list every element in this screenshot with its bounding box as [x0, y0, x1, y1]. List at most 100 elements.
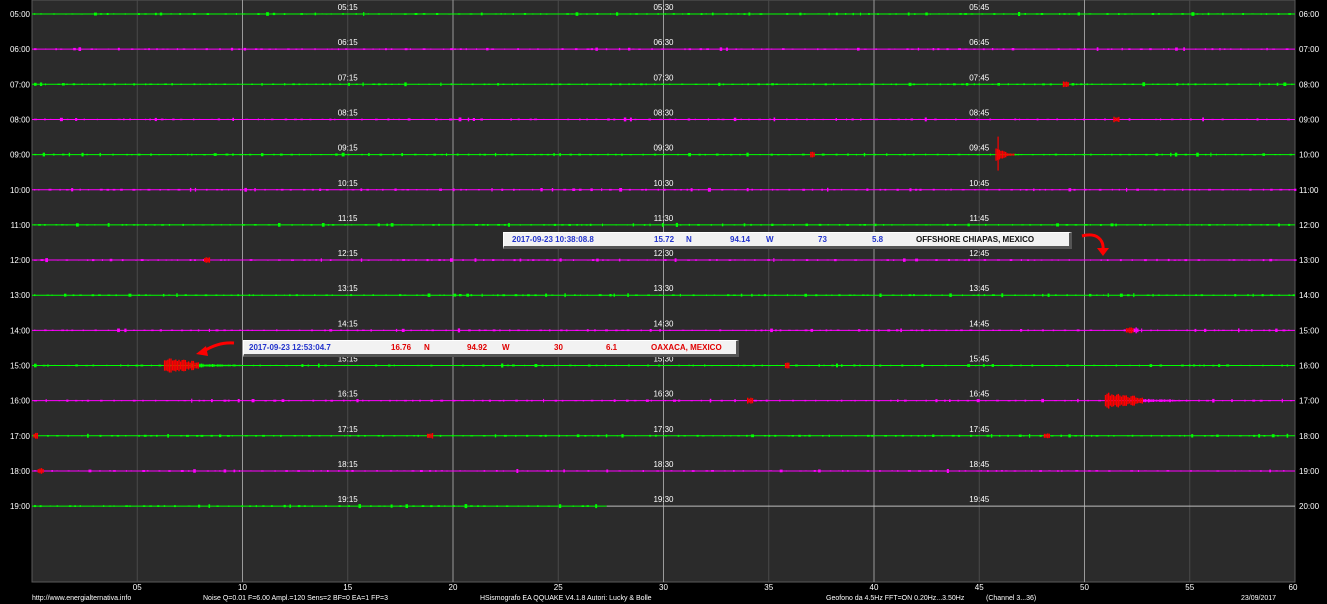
trace-noise: [917, 47, 920, 51]
quake-oaxaca-mag: 6.1: [606, 343, 618, 352]
trace-noise: [975, 118, 978, 121]
trace-noise: [1165, 224, 1168, 226]
trace-noise: [888, 13, 892, 15]
trace-noise: [602, 223, 603, 227]
trace-noise: [765, 329, 767, 332]
trace-noise: [705, 470, 709, 472]
trace-noise: [456, 153, 459, 156]
row-quarter-label: 14:45: [969, 319, 990, 328]
trace-noise: [634, 118, 637, 121]
trace-noise: [325, 13, 328, 15]
trace-noise: [59, 188, 61, 191]
row-left-label: 05:00: [10, 10, 31, 19]
trace-noise: [887, 329, 891, 332]
trace-noise: [351, 470, 354, 472]
trace-noise: [827, 224, 829, 226]
trace-noise: [661, 48, 665, 50]
trace-noise: [569, 364, 572, 367]
trace-noise: [1014, 294, 1016, 296]
trace-noise: [1100, 259, 1102, 261]
trace-noise: [908, 294, 912, 297]
trace-noise: [167, 434, 169, 438]
trace-noise: [760, 189, 762, 191]
trace-noise: [272, 83, 275, 85]
trace-noise: [364, 435, 366, 437]
trace-noise: [744, 259, 746, 261]
trace-noise: [108, 505, 112, 507]
trace-noise: [386, 223, 388, 227]
trace-noise: [377, 223, 380, 227]
trace-noise: [857, 470, 859, 472]
trace-noise: [964, 48, 968, 50]
trace-noise: [1239, 435, 1242, 437]
row-right-label: 06:00: [1299, 10, 1320, 19]
trace-noise: [339, 83, 342, 85]
trace-noise: [1210, 152, 1212, 157]
trace-noise: [92, 505, 94, 507]
trace-noise: [129, 118, 131, 121]
trace-noise: [656, 470, 659, 472]
trace-noise: [743, 223, 746, 227]
trace-noise: [142, 399, 144, 402]
trace-noise: [378, 48, 380, 50]
trace-noise: [1115, 223, 1117, 227]
trace-noise: [825, 329, 828, 332]
trace-noise: [1196, 13, 1199, 15]
trace-noise: [531, 13, 534, 15]
trace-noise: [732, 294, 736, 296]
trace-noise: [669, 83, 671, 85]
trace-noise: [1047, 293, 1050, 297]
trace-noise: [553, 223, 557, 226]
trace-noise: [418, 83, 420, 85]
trace-noise: [1088, 13, 1092, 15]
trace-noise: [230, 294, 233, 296]
trace-noise: [596, 154, 600, 156]
trace-noise: [475, 365, 478, 367]
trace-noise: [1139, 224, 1142, 226]
trace-noise: [300, 13, 303, 15]
trace-noise: [1283, 470, 1285, 472]
trace-noise: [985, 188, 988, 191]
trace-noise: [130, 48, 134, 50]
trace-noise: [1009, 364, 1013, 367]
trace-noise: [1076, 83, 1078, 86]
trace-noise: [1141, 118, 1143, 120]
trace-noise: [226, 118, 230, 120]
trace-noise: [344, 224, 347, 226]
footer-channel: (Channel 3...36): [986, 595, 1037, 602]
trace-noise: [896, 329, 899, 332]
trace-noise: [1068, 48, 1072, 50]
x-tick-label: 60: [1289, 583, 1298, 592]
trace-noise: [133, 83, 136, 86]
trace-noise: [515, 434, 517, 437]
trace-noise: [330, 435, 332, 437]
trace-noise: [1286, 433, 1289, 438]
trace-noise: [779, 399, 781, 402]
trace-noise: [261, 470, 264, 472]
row-quarter-label: 05:30: [653, 3, 674, 12]
trace-noise: [1119, 259, 1122, 262]
trace-noise: [613, 399, 616, 402]
trace-noise: [145, 224, 147, 226]
footer-url[interactable]: http://www.energialternativa.info: [32, 593, 131, 604]
trace-noise: [770, 328, 773, 333]
trace-noise: [1014, 118, 1017, 121]
trace-noise: [574, 400, 578, 402]
trace-noise: [368, 153, 370, 156]
trace-noise: [651, 48, 653, 50]
trace-noise: [45, 48, 47, 50]
trace-noise: [109, 470, 111, 472]
trace-noise: [609, 13, 612, 15]
trace-noise: [640, 83, 643, 86]
trace-noise: [740, 48, 743, 50]
trace-noise: [704, 153, 706, 156]
trace-noise: [71, 329, 74, 332]
trace-noise: [786, 13, 789, 15]
trace-noise: [358, 504, 361, 509]
trace-noise: [1218, 329, 1220, 332]
trace-noise: [348, 153, 350, 156]
quake-oaxaca-lon: 94.92: [467, 343, 488, 352]
x-tick-label: 25: [554, 583, 563, 592]
trace-noise: [291, 259, 294, 261]
trace-noise: [673, 399, 676, 402]
